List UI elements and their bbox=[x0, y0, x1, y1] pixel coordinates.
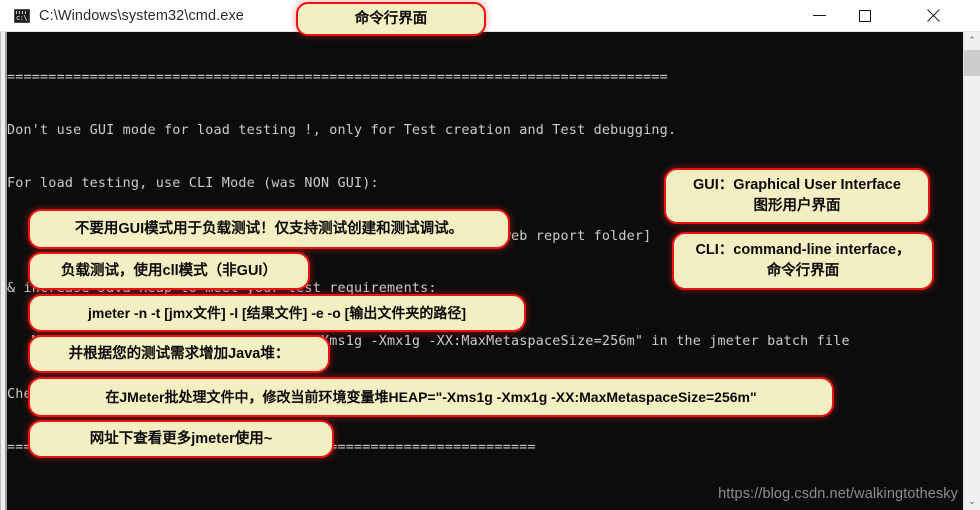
annotation-titlebar-note: 命令行界面 bbox=[296, 2, 486, 36]
annotation-increase-java-heap: 并根据您的测试需求增加Java堆： bbox=[28, 335, 330, 373]
scroll-up-icon[interactable]: ⌃ bbox=[964, 32, 980, 49]
annotation-use-cli-mode: 负载测试，使用cll模式（非GUI） bbox=[28, 252, 310, 290]
cmd-window: C:\Windows\system32\cmd.exe ============… bbox=[0, 0, 980, 510]
annotation-text: GUI：Graphical User Interface bbox=[693, 177, 901, 193]
close-icon bbox=[926, 9, 940, 23]
annotation-text: 不要用GUI模式用于负载测试！仅支持测试创建和测试调试。 bbox=[74, 220, 464, 237]
annotation-text: 图形用户界面 bbox=[753, 198, 841, 214]
vertical-scrollbar[interactable]: ⌃ ⌄ bbox=[963, 32, 980, 510]
annotation-no-gui-for-load-test: 不要用GUI模式用于负载测试！仅支持测试创建和测试调试。 bbox=[28, 209, 510, 249]
watermark: https://blog.csdn.net/walkingtothesky bbox=[718, 486, 958, 502]
scrollbar-thumb[interactable] bbox=[964, 50, 980, 76]
console-left-border bbox=[0, 32, 7, 510]
console-line: ========================================… bbox=[7, 70, 668, 86]
minimize-button[interactable] bbox=[796, 0, 842, 31]
annotation-jmeter-command: jmeter -n -t [jmx文件] -l [结果文件] -e -o [输出… bbox=[28, 294, 526, 332]
annotation-gui-definition: GUI：Graphical User Interface 图形用户界面 bbox=[664, 168, 930, 224]
minimize-icon bbox=[812, 15, 826, 16]
annotation-text: 并根据您的测试需求增加Java堆： bbox=[68, 345, 290, 362]
annotation-text: 命令行界面 bbox=[766, 263, 840, 279]
annotation-text: 命令行界面 bbox=[354, 10, 428, 27]
cmd-console-icon bbox=[14, 8, 30, 23]
window-title: C:\Windows\system32\cmd.exe bbox=[39, 7, 244, 24]
annotation-modify-heap-variable: 在JMeter批处理文件中，修改当前环境变量堆HEAP="-Xms1g -Xmx… bbox=[28, 377, 834, 417]
annotation-more-jmeter-usage: 网址下查看更多jmeter使用~ bbox=[28, 420, 334, 458]
console-line: Don't use GUI mode for load testing !, o… bbox=[7, 122, 677, 138]
annotation-text: jmeter -n -t [jmx文件] -l [结果文件] -e -o [输出… bbox=[88, 304, 466, 321]
title-bar: C:\Windows\system32\cmd.exe bbox=[0, 0, 980, 32]
annotation-text: 在JMeter批处理文件中，修改当前环境变量堆HEAP="-Xms1g -Xmx… bbox=[105, 388, 757, 405]
annotation-cli-definition: CLI：command-line interface， 命令行界面 bbox=[672, 232, 934, 290]
annotation-text: 负载测试，使用cll模式（非GUI） bbox=[61, 262, 277, 279]
close-button[interactable] bbox=[910, 0, 956, 31]
annotation-text: CLI：command-line interface， bbox=[695, 242, 911, 258]
maximize-icon bbox=[859, 9, 871, 22]
scroll-down-icon[interactable]: ⌄ bbox=[964, 493, 980, 510]
maximize-button[interactable] bbox=[842, 0, 888, 31]
annotation-text: 网址下查看更多jmeter使用~ bbox=[89, 430, 273, 447]
